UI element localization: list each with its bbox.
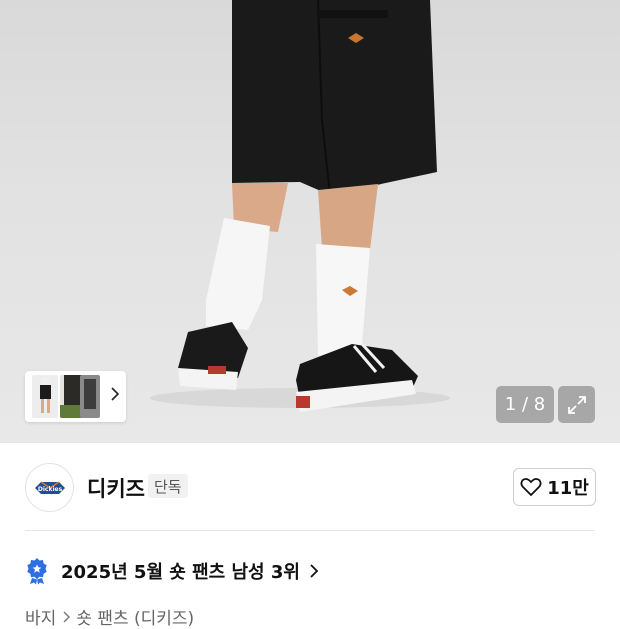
heart-icon [520,478,542,497]
breadcrumb-item-category[interactable]: 바지 [25,604,56,629]
divider [25,530,595,531]
ranking-row[interactable]: 2025년 5월 숏 팬츠 남성 3위 [25,556,320,586]
brand-name[interactable]: 디키즈 [87,473,145,503]
exclusive-badge: 단독 [148,474,188,498]
thumbnail-3[interactable] [80,375,100,418]
ranking-badge-icon [27,558,47,585]
breadcrumb: 바지 숏 팬츠 (디키즈) [25,604,194,629]
thumbnail-1[interactable] [32,375,58,418]
logo-text: Dickies [37,486,62,493]
product-image-gallery[interactable]: 1 / 8 [0,0,620,443]
dickies-logo-icon: Dickies [34,480,65,494]
brand-logo[interactable]: Dickies [25,463,74,512]
chevron-right-icon [310,564,319,578]
thumbnail-strip[interactable] [25,371,126,422]
expand-button[interactable] [558,386,595,423]
expand-icon [567,395,586,414]
image-counter: 1 / 8 [496,386,554,423]
brand-row: Dickies 디키즈 단독 11만 [0,443,620,531]
ranking-text: 2025년 5월 숏 팬츠 남성 3위 [61,562,300,583]
breadcrumb-item-subcategory[interactable]: 숏 팬츠 (디키즈) [76,604,194,629]
chevron-right-icon [63,611,71,622]
chevron-right-icon[interactable] [111,387,119,401]
like-button[interactable]: 11만 [513,468,596,506]
like-count: 11만 [547,478,589,499]
